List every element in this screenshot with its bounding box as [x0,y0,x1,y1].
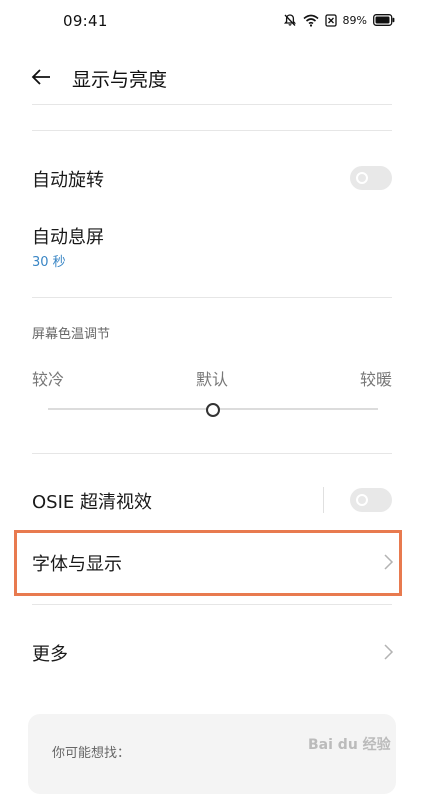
font-display-label: 字体与显示 [32,554,122,575]
toggle-knob [356,172,368,184]
divider [32,604,392,605]
cool-label: 较冷 [32,370,65,389]
divider [32,104,392,105]
divider [32,453,392,454]
status-time: 09:41 [63,12,108,30]
screen-timeout-label: 自动息屏 [32,227,104,248]
page-title: 显示与亮度 [72,69,168,91]
osie-toggle[interactable] [350,488,392,512]
screen-timeout-value: 30 秒 [32,255,66,270]
color-temperature-slider-thumb[interactable] [206,403,220,417]
vertical-separator [323,487,324,513]
status-bar: 09:41 89% [0,0,423,44]
toggle-knob [356,494,368,506]
battery-percentage: 89% [342,13,367,27]
battery-icon [373,14,395,26]
back-arrow-icon[interactable] [30,66,52,88]
no-sim-icon [324,13,337,27]
divider [32,130,392,131]
osie-label: OSIE 超清视效 [32,492,152,513]
mute-bell-icon [283,13,297,27]
wifi-icon [303,14,319,27]
more-label: 更多 [32,644,68,665]
warm-label: 较暖 [360,370,393,389]
suggestions-title: 你可能想找： [52,746,131,761]
watermark: Bai du 经验 [308,737,391,753]
status-icons: 89% [283,13,395,27]
default-label: 默认 [196,370,229,389]
auto-rotate-label: 自动旋转 [32,170,104,191]
divider [32,297,392,298]
header: 显示与亮度 [0,56,423,100]
auto-rotate-toggle[interactable] [350,166,392,190]
chevron-right-icon [382,643,394,661]
color-temperature-section-label: 屏幕色温调节 [32,327,111,342]
chevron-right-icon [382,553,394,571]
suggestions-card: 你可能想找： [28,714,396,794]
